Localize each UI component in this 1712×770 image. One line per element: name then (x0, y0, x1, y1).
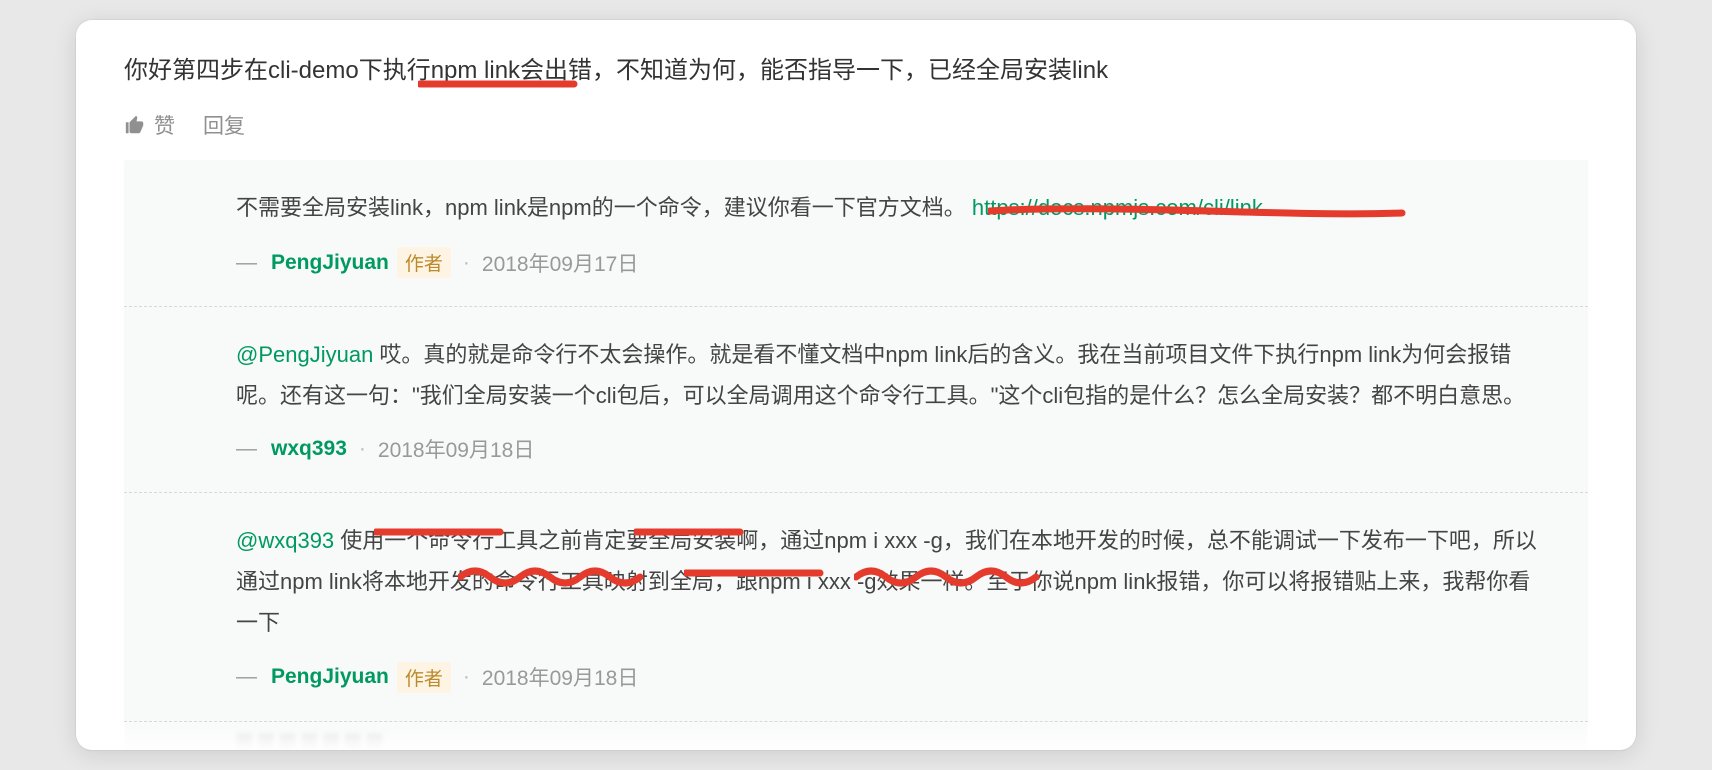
dash: — (236, 251, 257, 275)
reply-meta: — PengJiyuan 作者 · 2018年09月18日 (236, 662, 1548, 693)
reply-date: 2018年09月18日 (482, 662, 638, 692)
reply-body: 不需要全局安装link，npm link是npm的一个命令，建议你看一下官方文档… (236, 188, 1548, 229)
dash: — (236, 665, 257, 689)
replies-container: 不需要全局安装link，npm link是npm的一个命令，建议你看一下官方文档… (124, 160, 1588, 721)
root-comment: 你好第四步在cli-demo下执行npm link会出错，不知道为何，能否指导一… (76, 44, 1636, 90)
author-badge: 作者 (397, 662, 451, 693)
reply-author-link[interactable]: PengJiyuan (271, 665, 389, 689)
reply-meta: — wxq393 · 2018年09月18日 (236, 434, 1548, 464)
reply-date: 2018年09月18日 (378, 434, 534, 464)
reply-meta: — PengJiyuan 作者 · 2018年09月17日 (236, 247, 1548, 278)
reply-label: 回复 (203, 110, 245, 140)
thumb-up-icon (124, 114, 146, 136)
like-label: 赞 (154, 110, 175, 140)
dash: — (236, 437, 257, 461)
mention-link[interactable]: @wxq393 (236, 528, 334, 553)
like-button[interactable]: 赞 (124, 110, 175, 140)
reply-item: @wxq393 使用一个命令行工具之前肯定要全局安装啊，通过npm i xxx … (124, 493, 1588, 721)
author-badge: 作者 (397, 247, 451, 278)
reply-author-link[interactable]: wxq393 (271, 437, 347, 461)
comment-thread-card: 你好第四步在cli-demo下执行npm link会出错，不知道为何，能否指导一… (76, 20, 1636, 750)
reply-date: 2018年09月17日 (482, 248, 638, 278)
dot-sep: · (463, 665, 470, 689)
cutoff-fade: ░ ░ ░ ░ ░ ░ ░ (124, 722, 1588, 750)
reply-body: @wxq393 使用一个命令行工具之前肯定要全局安装啊，通过npm i xxx … (236, 521, 1548, 643)
reply-button[interactable]: 回复 (203, 110, 245, 140)
mention-link[interactable]: @PengJiyuan (236, 342, 373, 367)
reply-text: 不需要全局安装link，npm link是npm的一个命令，建议你看一下官方文档… (236, 195, 966, 220)
root-comment-actions: 赞 回复 (76, 90, 1636, 160)
root-comment-text: 你好第四步在cli-demo下执行npm link会出错，不知道为何，能否指导一… (124, 57, 1108, 84)
doc-link[interactable]: https://docs.npmjs.com/cli/link (972, 195, 1263, 220)
reply-body: @PengJiyuan 哎。真的就是命令行不太会操作。就是看不懂文档中npm l… (236, 335, 1548, 416)
dot-sep: · (463, 251, 470, 275)
dot-sep: · (359, 437, 366, 461)
reply-item: 不需要全局安装link，npm link是npm的一个命令，建议你看一下官方文档… (124, 160, 1588, 307)
reply-text: 使用一个命令行工具之前肯定要全局安装啊，通过npm i xxx -g，我们在本地… (236, 528, 1537, 634)
reply-item: @PengJiyuan 哎。真的就是命令行不太会操作。就是看不懂文档中npm l… (124, 307, 1588, 493)
reply-text: 哎。真的就是命令行不太会操作。就是看不懂文档中npm link后的含义。我在当前… (236, 342, 1525, 408)
reply-author-link[interactable]: PengJiyuan (271, 251, 389, 275)
